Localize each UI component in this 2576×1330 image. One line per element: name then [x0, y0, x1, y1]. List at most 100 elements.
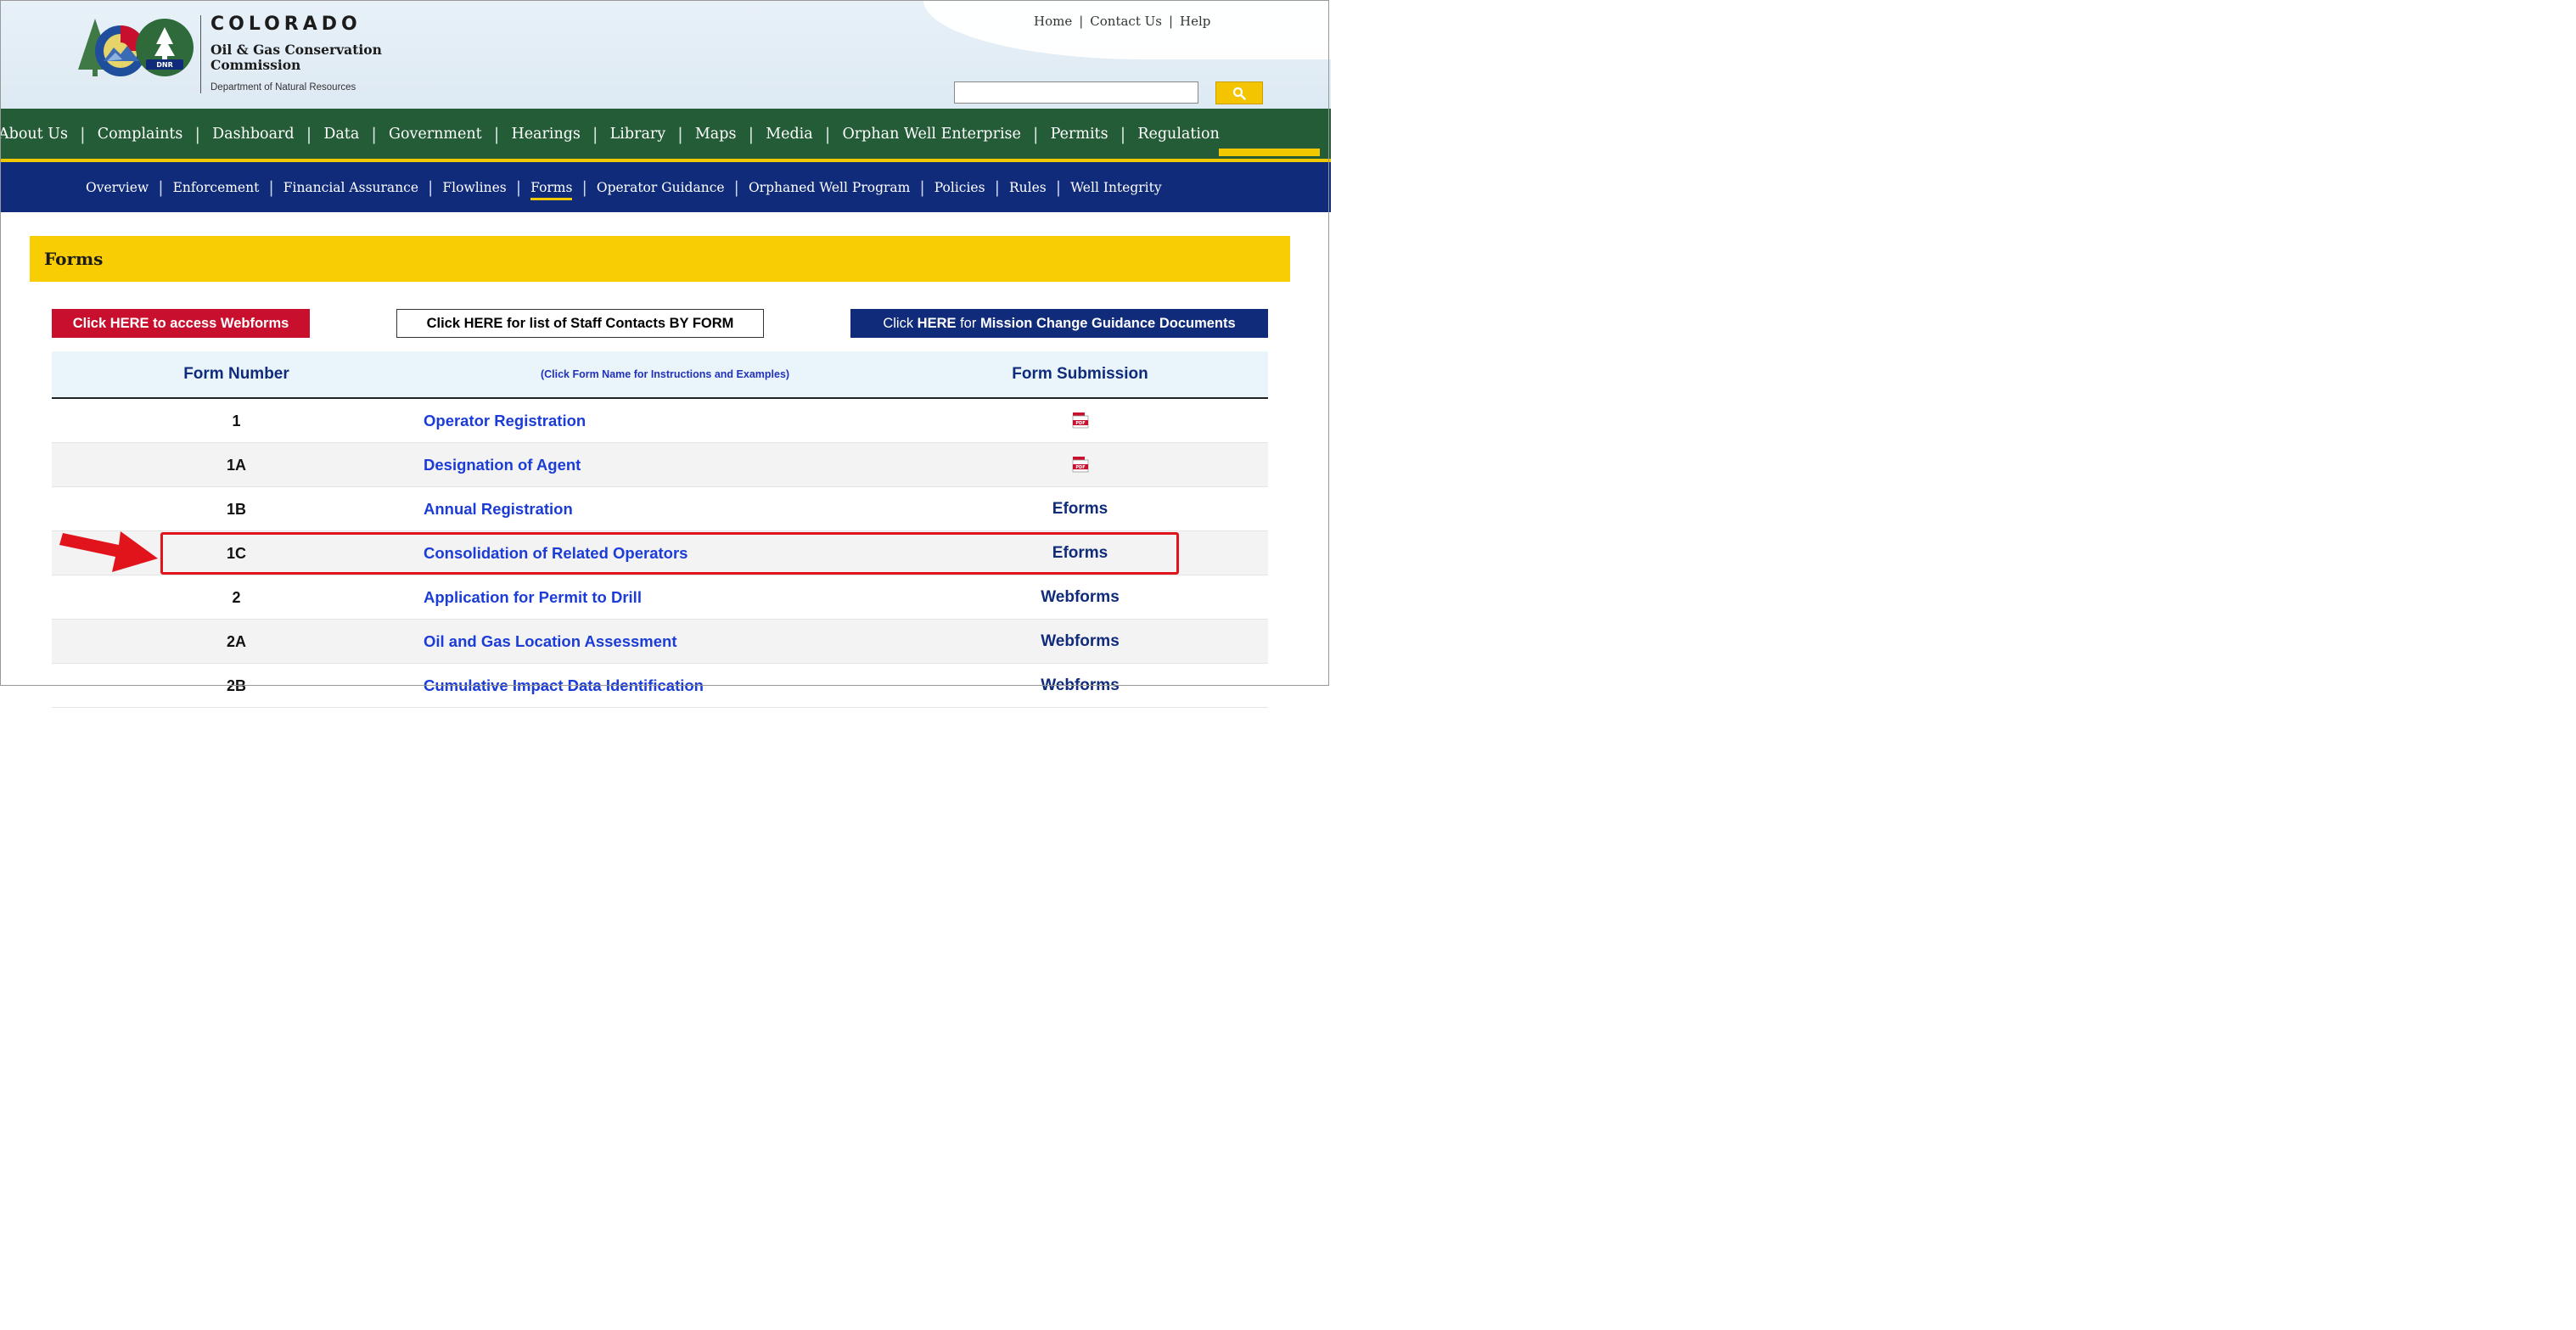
subnav-orphaned-well-program[interactable]: Orphaned Well Program	[749, 180, 910, 195]
subnav-policies[interactable]: Policies	[934, 180, 985, 195]
mission-prefix-text: Click	[883, 315, 918, 331]
mission-for-text: for	[956, 315, 980, 331]
form-number: 1	[232, 412, 241, 429]
subnav-financial-assurance[interactable]: Financial Assurance	[283, 180, 418, 195]
svg-text:PDF: PDF	[1075, 465, 1085, 470]
staff-contacts-button[interactable]: Click HERE for list of Staff Contacts BY…	[396, 309, 764, 338]
table-row: 2A Oil and Gas Location Assessment Webfo…	[52, 620, 1268, 664]
divider: |	[371, 123, 378, 144]
dnr-badge-text: DNR	[156, 61, 173, 69]
nav-hearings[interactable]: Hearings	[511, 126, 580, 143]
subnav-well-integrity[interactable]: Well Integrity	[1070, 180, 1161, 195]
nav-about-us[interactable]: About Us	[0, 126, 68, 143]
divider: |	[158, 177, 164, 197]
subnav-rules[interactable]: Rules	[1009, 180, 1047, 195]
pdf-icon: PDF	[1072, 412, 1088, 429]
table-row: 1B Annual Registration Eforms	[52, 487, 1268, 531]
nav-regulation[interactable]: Regulation	[1137, 126, 1219, 143]
table-row: 2 Application for Permit to Drill Webfor…	[52, 575, 1268, 620]
divider: |	[268, 177, 274, 197]
divider: |	[592, 123, 598, 144]
form-name-link[interactable]: Designation of Agent	[424, 443, 581, 487]
utility-links: Home | Contact Us | Help	[1034, 14, 1210, 29]
form-number: 2B	[226, 676, 246, 694]
brand-title[interactable]: COLORADO	[210, 14, 362, 35]
table-row: 1 Operator Registration PDF	[52, 399, 1268, 443]
site-header: DNR COLORADO Oil & Gas Conservation Comm…	[0, 0, 1331, 109]
form-number: 2A	[226, 632, 246, 650]
subnav-overview[interactable]: Overview	[86, 180, 149, 195]
form-number: 2	[232, 588, 241, 606]
divider: |	[994, 177, 1000, 197]
table-row: 2B Cumulative Impact Data Identification…	[52, 664, 1268, 708]
subnav-forms[interactable]: Forms	[530, 180, 573, 200]
search-input[interactable]	[954, 81, 1198, 104]
mission-docs-text: Mission Change Guidance Documents	[979, 315, 1236, 331]
nav-media[interactable]: Media	[766, 126, 813, 143]
divider: |	[677, 123, 683, 144]
divider: |	[1032, 123, 1039, 144]
nav-government[interactable]: Government	[389, 126, 482, 143]
divider: |	[79, 123, 86, 144]
form-name-link[interactable]: Cumulative Impact Data Identification	[424, 664, 704, 708]
svg-text:PDF: PDF	[1075, 421, 1085, 426]
forms-table-header: Form Number (Click Form Name for Instruc…	[52, 351, 1268, 399]
form-name-link[interactable]: Operator Registration	[424, 399, 586, 443]
divider: |	[428, 177, 434, 197]
divider: |	[1079, 14, 1084, 29]
nav-permits[interactable]: Permits	[1051, 126, 1108, 143]
form-number: 1A	[226, 456, 246, 474]
divider: |	[733, 177, 739, 197]
nav-complaints[interactable]: Complaints	[98, 126, 183, 143]
contact-us-link[interactable]: Contact Us	[1090, 14, 1162, 29]
subnav-flowlines[interactable]: Flowlines	[442, 180, 506, 195]
divider: |	[493, 123, 500, 144]
form-name-link[interactable]: Annual Registration	[424, 487, 573, 531]
access-webforms-button[interactable]: Click HERE to access Webforms	[52, 309, 310, 338]
subnav-enforcement[interactable]: Enforcement	[173, 180, 260, 195]
form-submission-pdf[interactable]: PDF	[909, 443, 1251, 487]
divider: |	[581, 177, 587, 197]
form-submission-link[interactable]: Webforms	[909, 575, 1251, 620]
form-name-link[interactable]: Application for Permit to Drill	[424, 575, 642, 620]
divider: |	[194, 123, 201, 144]
divider: |	[824, 123, 831, 144]
nav-library[interactable]: Library	[610, 126, 665, 143]
divider: |	[919, 177, 925, 197]
table-row: 1A Designation of Agent PDF	[52, 443, 1268, 487]
help-link[interactable]: Help	[1180, 14, 1210, 29]
divider: |	[1168, 14, 1174, 29]
divider: |	[515, 177, 522, 197]
red-arrow-icon	[59, 531, 158, 572]
search-icon	[1232, 87, 1246, 100]
mission-here-text: HERE	[917, 315, 957, 331]
sub-nav: Overview | Enforcement | Financial Assuran…	[0, 162, 1331, 212]
page-title: Forms	[30, 236, 1290, 282]
nav-orphan-well-enterprise[interactable]: Orphan Well Enterprise	[842, 126, 1020, 143]
form-submission-link[interactable]: Webforms	[909, 664, 1251, 708]
divider: |	[1120, 123, 1126, 144]
form-submission-link[interactable]: Eforms	[909, 487, 1251, 531]
nav-dashboard[interactable]: Dashboard	[212, 126, 294, 143]
column-header-form-name: (Click Form Name for Instructions and Ex…	[540, 368, 790, 380]
logo-divider	[200, 15, 201, 93]
nav-data[interactable]: Data	[323, 126, 359, 143]
form-submission-pdf[interactable]: PDF	[909, 399, 1251, 443]
nav-active-indicator	[1219, 149, 1320, 156]
form-submission-link[interactable]: Webforms	[909, 620, 1251, 664]
divider: |	[1055, 177, 1062, 197]
pdf-icon: PDF	[1072, 457, 1088, 473]
home-link[interactable]: Home	[1034, 14, 1072, 29]
column-header-form-submission: Form Submission	[1012, 365, 1148, 383]
header-swoosh	[923, 0, 1331, 59]
search-button[interactable]	[1215, 81, 1263, 104]
dnr-logo-icon[interactable]: DNR	[134, 17, 195, 78]
brand-subtitle[interactable]: Oil & Gas Conservation Commission	[210, 42, 406, 73]
nav-maps[interactable]: Maps	[695, 126, 737, 143]
subnav-operator-guidance[interactable]: Operator Guidance	[597, 180, 725, 195]
divider: |	[306, 123, 312, 144]
form-name-link[interactable]: Oil and Gas Location Assessment	[424, 620, 676, 664]
main-nav: About Us | Complaints | Dashboard | Data | G…	[0, 109, 1331, 162]
column-header-form-number: Form Number	[183, 365, 289, 383]
mission-change-guidance-button[interactable]: Click HERE for Mission Change Guidance D…	[850, 309, 1268, 338]
